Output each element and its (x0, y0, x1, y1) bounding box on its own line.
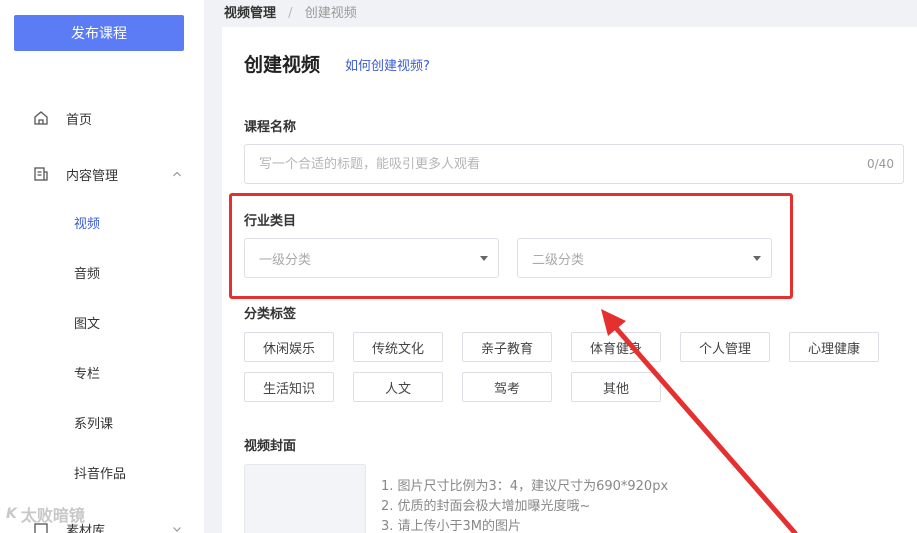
tag-option[interactable]: 体育健身 (571, 332, 661, 362)
sidebar-item-content-management[interactable]: 内容管理 (0, 159, 204, 189)
watermark: K 太败暗镜 (6, 502, 85, 526)
tag-option[interactable]: 人文 (353, 372, 443, 402)
breadcrumb-current: 创建视频 (304, 6, 357, 21)
course-name-input[interactable] (244, 144, 904, 184)
document-icon (34, 167, 48, 181)
tag-option[interactable]: 个人管理 (680, 332, 770, 362)
sidebar-item-label: 首页 (66, 112, 93, 128)
sidebar-subitem-series[interactable]: 系列课 (74, 415, 113, 435)
breadcrumb-parent[interactable]: 视频管理 (224, 6, 276, 21)
caret-down-icon (480, 256, 488, 261)
home-icon (34, 111, 48, 125)
chevron-down-icon (173, 527, 181, 532)
tags-label: 分类标签 (244, 307, 297, 322)
cover-upload-area[interactable] (244, 464, 366, 533)
tag-option[interactable]: 生活知识 (244, 372, 334, 402)
course-name-label: 课程名称 (244, 120, 297, 135)
cover-tip: 1. 图片尺寸比例为3：4，建议尺寸为690*920px (381, 479, 669, 494)
sidebar: 发布课程 首页 内容管理 视频 音频 图文 专栏 系列课 抖音作品 素材库 (0, 0, 204, 533)
page-title: 创建视频 (244, 54, 321, 76)
help-link[interactable]: 如何创建视频? (345, 55, 430, 74)
sidebar-subitem-douyin[interactable]: 抖音作品 (74, 465, 126, 485)
cover-label: 视频封面 (244, 439, 297, 454)
breadcrumb-separator: / (288, 6, 293, 21)
primary-category-placeholder: 一级分类 (259, 252, 312, 268)
sidebar-subitem-video[interactable]: 视频 (74, 215, 100, 235)
tag-option[interactable]: 其他 (571, 372, 661, 402)
publish-course-button[interactable]: 发布课程 (14, 15, 184, 51)
cover-tip: 3. 请上传小于3M的图片 (381, 519, 522, 533)
tag-option[interactable]: 休闲娱乐 (244, 332, 334, 362)
sidebar-subitem-column[interactable]: 专栏 (74, 365, 100, 385)
tag-option[interactable]: 传统文化 (353, 332, 443, 362)
sidebar-subitem-audio[interactable]: 音频 (74, 265, 100, 285)
industry-label: 行业类目 (244, 214, 297, 229)
caret-down-icon (753, 256, 761, 261)
primary-category-select[interactable]: 一级分类 (244, 238, 499, 278)
breadcrumb: 视频管理 / 创建视频 (224, 2, 357, 21)
sidebar-item-home[interactable]: 首页 (0, 103, 204, 133)
watermark-logo: K (6, 506, 17, 522)
cover-tip: 2. 优质的封面会极大增加曝光度哦~ (381, 499, 591, 514)
char-count: 0/40 (867, 157, 894, 171)
tag-option[interactable]: 驾考 (462, 372, 552, 402)
secondary-category-placeholder: 二级分类 (532, 252, 585, 268)
tag-option[interactable]: 亲子教育 (462, 332, 552, 362)
chevron-up-icon (173, 171, 181, 177)
create-video-form: 创建视频 如何创建视频? 课程名称 0/40 行业类目 一级分类 二级分类 分类… (222, 27, 917, 533)
sidebar-subitem-article[interactable]: 图文 (74, 315, 100, 335)
tag-option[interactable]: 心理健康 (789, 332, 879, 362)
watermark-text: 太败暗镜 (20, 506, 85, 525)
sidebar-item-label: 内容管理 (66, 168, 119, 184)
secondary-category-select[interactable]: 二级分类 (517, 238, 772, 278)
